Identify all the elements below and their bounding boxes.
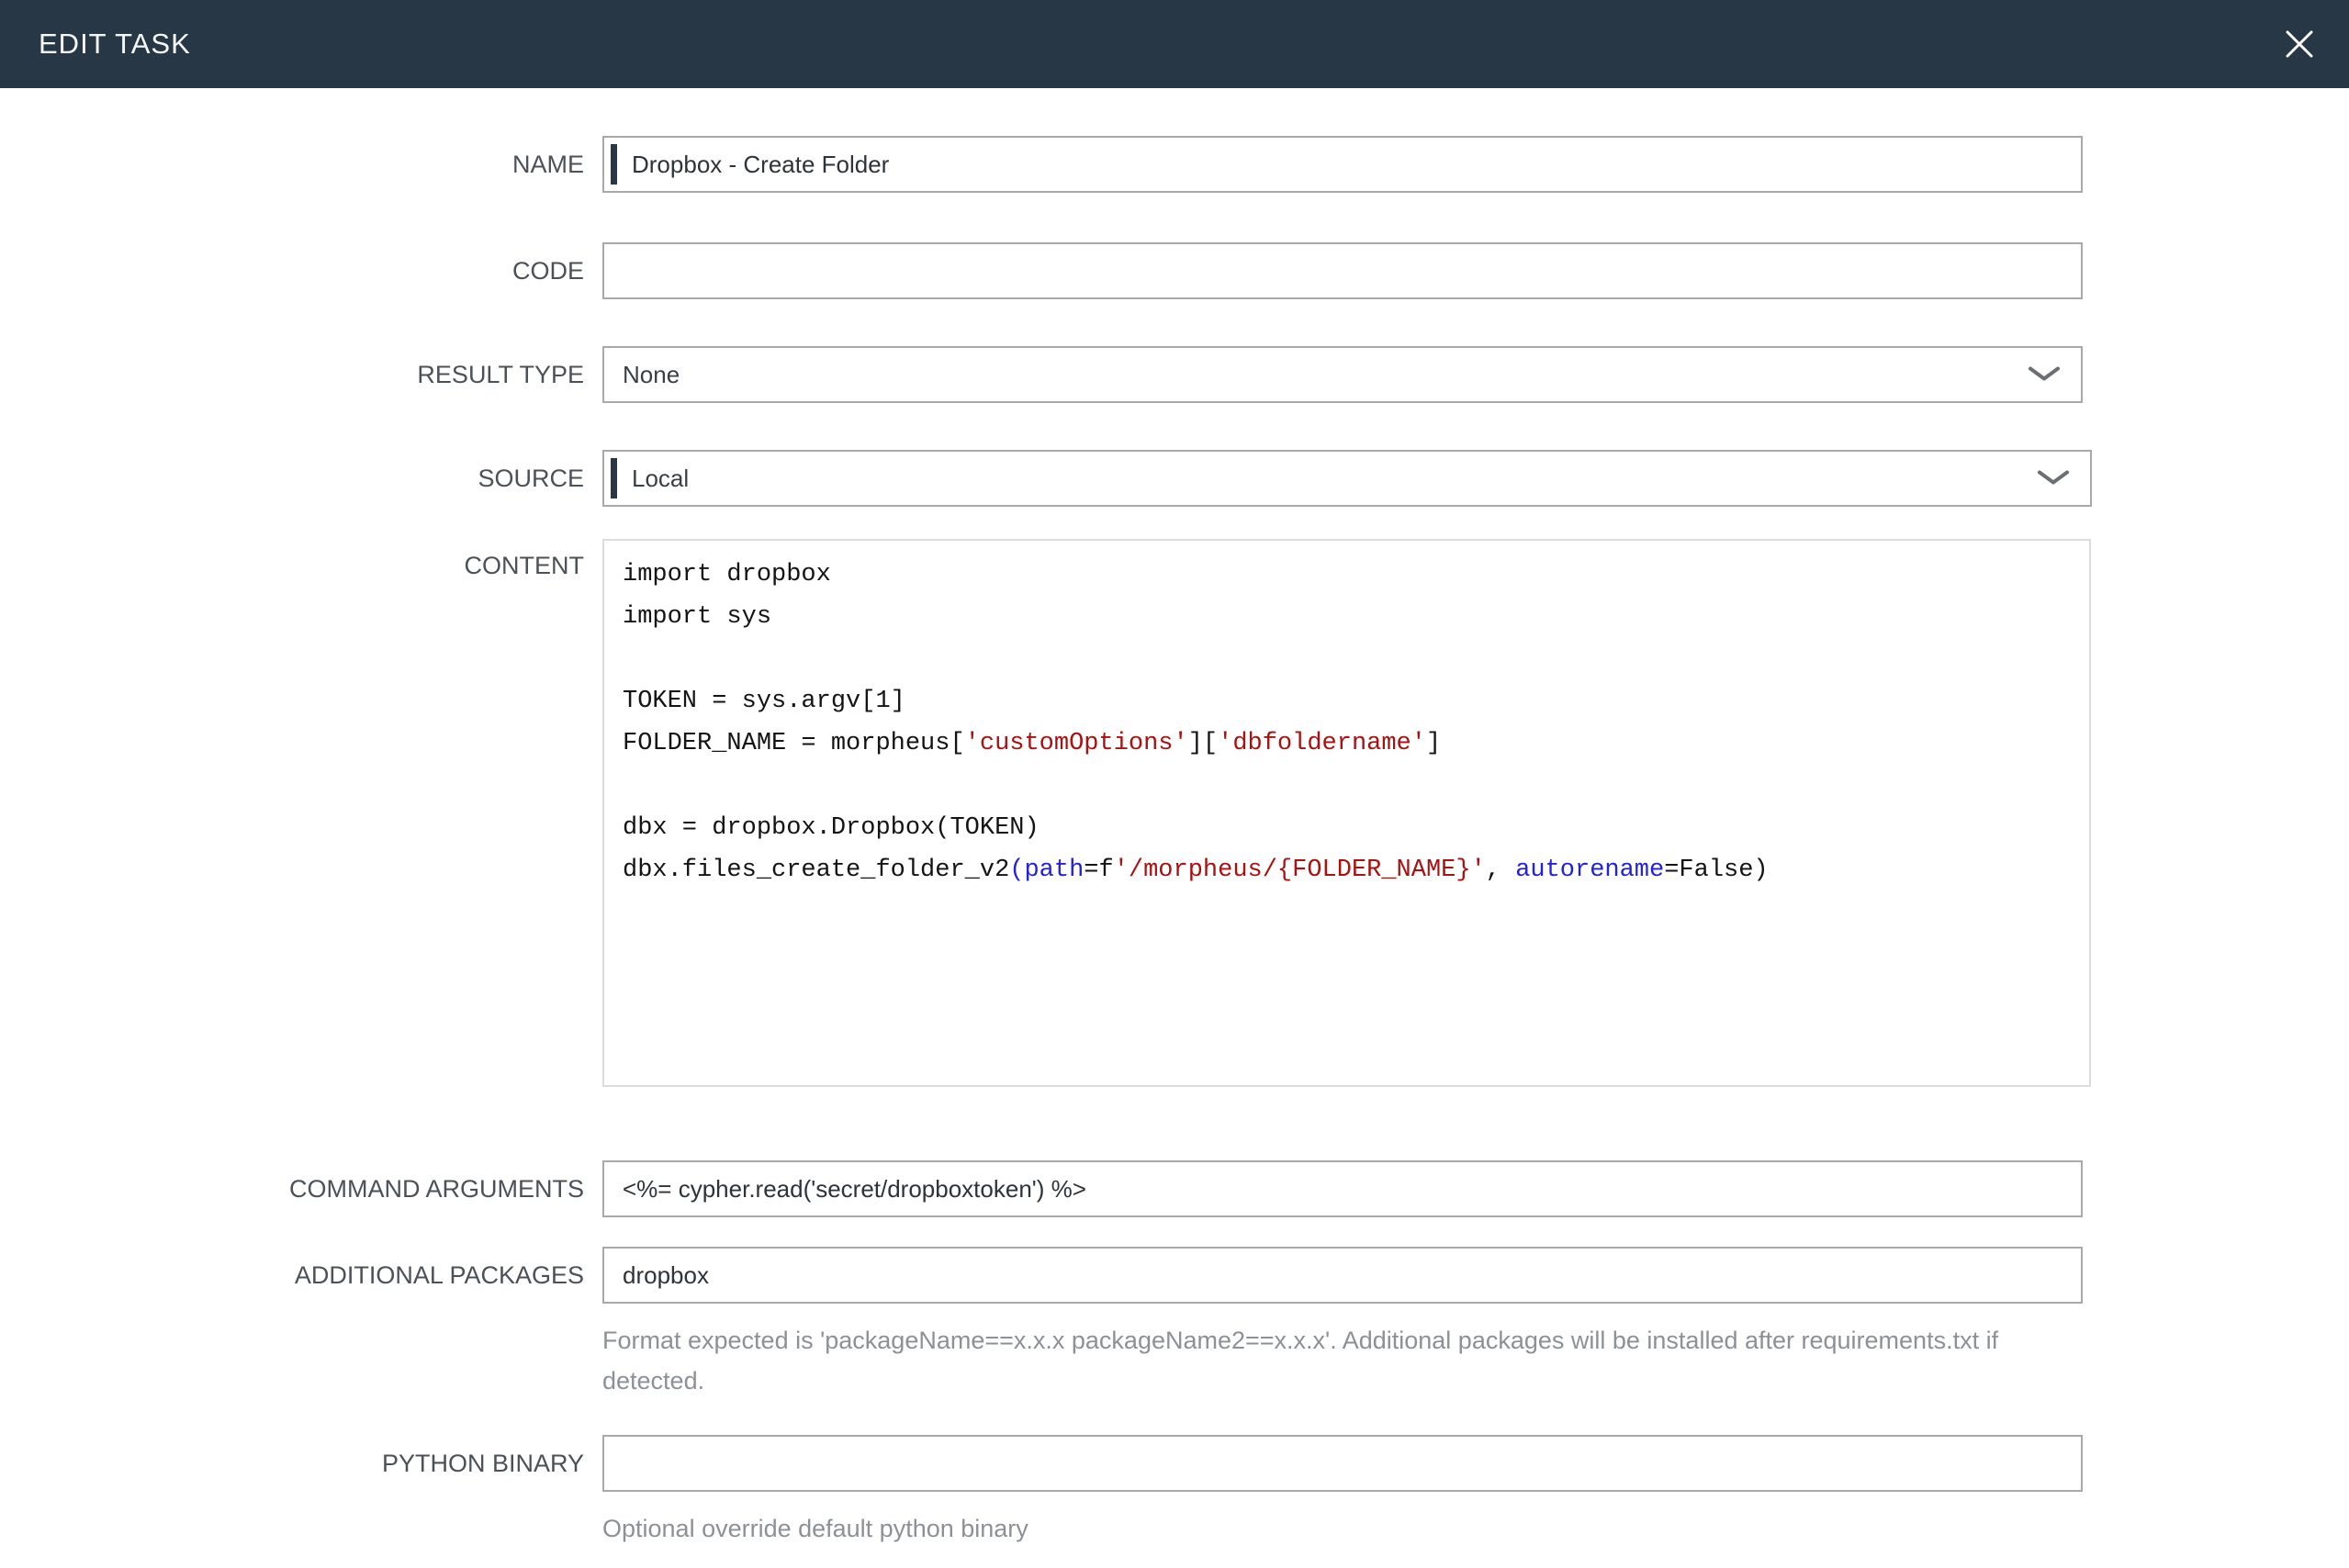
modal-header: EDIT TASK: [0, 0, 2349, 88]
code-control: [602, 242, 2083, 299]
source-label: SOURCE: [0, 450, 584, 507]
python-binary-control: Optional override default python binary: [602, 1435, 2083, 1549]
edit-task-form: NAME CODE RESULT TYPE None: [0, 88, 2349, 1549]
python-binary-row: PYTHON BINARY Optional override default …: [0, 1435, 2349, 1549]
command-arguments-control: [602, 1160, 2083, 1217]
close-icon: [2284, 28, 2315, 60]
command-arguments-label: COMMAND ARGUMENTS: [0, 1160, 584, 1217]
content-code-editor[interactable]: import dropboximport sys TOKEN = sys.arg…: [602, 539, 2091, 1087]
content-control: import dropboximport sys TOKEN = sys.arg…: [602, 539, 2083, 1087]
additional-packages-input[interactable]: [602, 1247, 2083, 1304]
additional-packages-helper-text: Format expected is 'packageName==x.x.x p…: [602, 1320, 2077, 1401]
modal-title: EDIT TASK: [39, 28, 191, 61]
result-type-label: RESULT TYPE: [0, 346, 584, 403]
additional-packages-control: Format expected is 'packageName==x.x.x p…: [602, 1247, 2083, 1401]
result-type-control: None: [602, 346, 2083, 403]
command-arguments-input[interactable]: [602, 1160, 2083, 1217]
source-row: SOURCE Local: [0, 450, 2349, 507]
result-type-select[interactable]: None: [602, 346, 2083, 403]
command-arguments-row: COMMAND ARGUMENTS: [0, 1160, 2349, 1217]
name-input[interactable]: [602, 136, 2083, 193]
additional-packages-label: ADDITIONAL PACKAGES: [0, 1247, 584, 1304]
chevron-down-icon: [2028, 361, 2061, 389]
source-control: Local: [602, 450, 2083, 507]
result-type-value: None: [623, 361, 680, 389]
name-row: NAME: [0, 136, 2349, 193]
source-select[interactable]: Local: [602, 450, 2092, 507]
edit-task-modal: EDIT TASK NAME CODE RESULT TYPE None: [0, 0, 2349, 1549]
python-binary-helper-text: Optional override default python binary: [602, 1508, 2077, 1549]
chevron-down-icon: [2037, 465, 2070, 493]
content-row: CONTENT import dropboximport sys TOKEN =…: [0, 539, 2349, 1087]
python-binary-input[interactable]: [602, 1435, 2083, 1492]
additional-packages-row: ADDITIONAL PACKAGES Format expected is '…: [0, 1247, 2349, 1401]
close-button[interactable]: [2281, 26, 2318, 62]
code-input[interactable]: [602, 242, 2083, 299]
source-value: Local: [632, 465, 689, 493]
content-label: CONTENT: [0, 539, 584, 581]
name-control: [602, 136, 2083, 193]
code-label: CODE: [0, 242, 584, 299]
result-type-row: RESULT TYPE None: [0, 346, 2349, 403]
name-label: NAME: [0, 136, 584, 193]
code-row: CODE: [0, 242, 2349, 299]
python-binary-label: PYTHON BINARY: [0, 1435, 584, 1492]
